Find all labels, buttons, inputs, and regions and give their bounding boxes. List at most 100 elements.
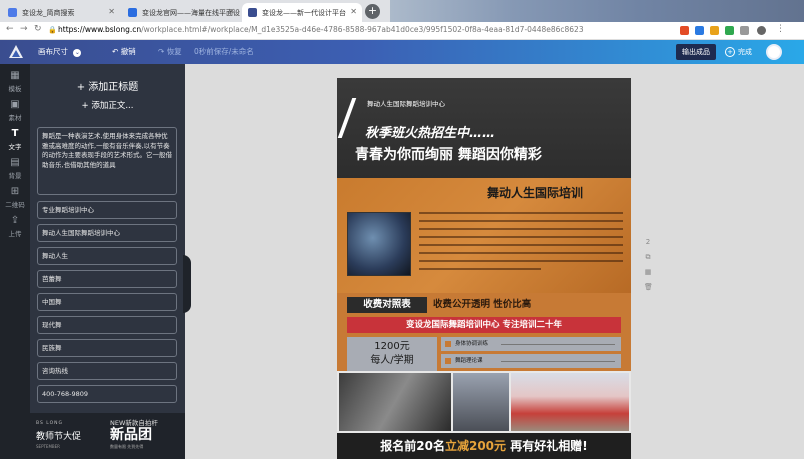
menu-icon[interactable]: ⋮ (776, 24, 785, 34)
export-button[interactable]: 输出成品 (676, 44, 716, 60)
layers-icon[interactable]: ▦ (644, 268, 652, 276)
redo-icon: ↷ (158, 47, 165, 56)
copy-icon[interactable]: ⧉ (644, 253, 652, 262)
promo-banner[interactable]: BS LONG 教师节大促 SEPTEMBER NEW新款自拍杆 新品团 数量有… (30, 413, 185, 459)
service-item: 舞蹈理论课 (441, 354, 621, 368)
poster-pretitle[interactable]: 舞动人生国际舞蹈培训中心 (367, 98, 445, 108)
forward-icon[interactable]: → (20, 24, 28, 34)
tab-favicon-icon (128, 8, 137, 17)
promo-line: SEPTEMBER (36, 444, 60, 449)
nav-label: 素材 (8, 114, 22, 122)
done-button[interactable]: + 完成 (725, 45, 752, 59)
upload-icon: ⇪ (10, 215, 20, 226)
dancer-photo[interactable] (347, 212, 411, 276)
poster-headline-2[interactable]: 青春为你而绚丽 舞蹈因你精彩 (355, 144, 542, 164)
promo-right-bottom: 数量有限 先到先得 (110, 444, 144, 449)
text-field[interactable]: 咨询热线 (37, 362, 177, 380)
nav-item-text[interactable]: T 文字 (0, 128, 30, 151)
close-icon[interactable]: ✕ (228, 7, 235, 16)
promo-right-title: 新品团 (110, 427, 152, 443)
intro-text-block[interactable] (419, 212, 623, 276)
poster-photo-strip[interactable] (337, 371, 631, 433)
nav-item-upload[interactable]: ⇪ 上传 (0, 215, 30, 238)
close-icon[interactable]: ✕ (108, 7, 115, 16)
extension-icon[interactable] (695, 26, 704, 35)
promo-right: NEW新款自拍杆 新品团 数量有限 先到先得 (110, 417, 158, 450)
school-band[interactable]: 变设龙国际舞蹈培训中心 专注培训二十年 (347, 317, 621, 333)
close-icon[interactable]: ✕ (350, 7, 357, 16)
poster-header[interactable]: 舞动人生国际舞蹈培训中心 秋季班火热招生中…… 青春为你而绚丽 舞蹈因你精彩 (337, 78, 631, 178)
browser-tab-3[interactable]: 变设龙——新一代设计平台 ✕ (242, 3, 362, 22)
text-field[interactable]: 舞动人生 (37, 247, 177, 265)
fee-header[interactable]: 收费对照表 (347, 297, 427, 313)
price-box[interactable]: 1200元 每人/学期 (347, 337, 437, 371)
offer-highlight: 立减200元 (444, 439, 507, 453)
service-label: 身体协调训练 (455, 341, 489, 347)
text-field[interactable]: 舞动人生国际舞蹈培训中心 (37, 224, 177, 242)
chevron-down-icon: ⌄ (73, 49, 82, 57)
canvas-size-button[interactable]: 画布尺寸 ⌄ (38, 45, 82, 59)
extension-icon[interactable] (725, 26, 734, 35)
tab-label: 变设龙_简商搜索 (22, 9, 75, 17)
tab-label: 变设龙官网——海量在线平面设计 (142, 9, 240, 17)
avatar[interactable] (766, 44, 782, 60)
browser-tab-2[interactable]: 变设龙官网——海量在线平面设计 ✕ (122, 3, 240, 22)
extension-icon[interactable] (680, 26, 689, 35)
url-field[interactable]: https://www.bslong.cn/workplace.html#/wo… (58, 23, 584, 37)
service-list[interactable]: 身体协调训练 舞蹈理论课 (441, 337, 621, 371)
poster-footer-offer[interactable]: 报名前20名立减200元 再有好礼相赠! (337, 433, 631, 459)
address-bar: ← → ↻ 🔒 https://www.bslong.cn/workplace.… (0, 22, 804, 40)
add-title-button[interactable]: + 添加正标题 (30, 78, 185, 93)
text-field[interactable]: 芭蕾舞 (37, 270, 177, 288)
dance-photo[interactable] (453, 373, 509, 431)
text-field[interactable]: 中国舞 (37, 293, 177, 311)
app-logo-icon[interactable] (8, 44, 24, 60)
undo-icon: ↶ (112, 47, 119, 56)
browser-tab-1[interactable]: 变设龙_简商搜索 ✕ (2, 3, 120, 22)
body-text-field[interactable]: 舞蹈是一种表演艺术,使用身体来完成各种优雅或高难度的动作,一般有音乐伴奏,以有节… (37, 127, 177, 195)
poster[interactable]: 舞动人生国际舞蹈培训中心 秋季班火热招生中…… 青春为你而绚丽 舞蹈因你精彩 舞… (337, 78, 631, 459)
text-icon: T (11, 128, 19, 139)
nav-item-qrcode[interactable]: ⊞ 二维码 (0, 186, 30, 209)
profile-icon[interactable] (757, 26, 766, 35)
poster-school-name[interactable]: 舞动人生国际培训 (487, 184, 583, 201)
extension-icon[interactable] (740, 26, 749, 35)
text-field[interactable]: 现代舞 (37, 316, 177, 334)
fee-section[interactable]: 收费对照表 收费公开透明 性价比高 变设龙国际舞蹈培训中心 专注培训二十年 12… (337, 293, 631, 371)
reload-icon[interactable]: ↻ (34, 24, 42, 34)
add-body-button[interactable]: + 添加正文... (30, 99, 185, 111)
save-status: 0秒前保存/未命名 (194, 47, 254, 56)
undo-button[interactable]: ↶ 撤销 (112, 45, 136, 59)
nav-item-template[interactable]: ▦ 模板 (0, 70, 30, 93)
dance-photo[interactable] (339, 373, 451, 431)
fee-slogan[interactable]: 收费公开透明 性价比高 (433, 297, 531, 313)
nav-item-background[interactable]: ▤ 背景 (0, 157, 30, 180)
promo-sub: BS LONG (36, 421, 64, 426)
tab-favicon-icon (8, 8, 17, 17)
tab-label: 变设龙——新一代设计平台 (262, 9, 346, 17)
url-path: /workplace.html#/workplace/M_d1e3525a-d4… (141, 25, 584, 34)
service-item: 身体协调训练 (441, 337, 621, 351)
extension-icon[interactable] (710, 26, 719, 35)
done-label: 完成 (738, 48, 752, 56)
trash-icon[interactable]: 🗑 (644, 283, 653, 291)
poster-headline-1[interactable]: 秋季班火热招生中…… (365, 122, 495, 141)
nav-item-material[interactable]: ▣ 素材 (0, 99, 30, 122)
dance-photo[interactable] (511, 373, 629, 431)
new-tab-button[interactable]: + (365, 4, 380, 19)
text-field[interactable]: 专业舞蹈培训中心 (37, 201, 177, 219)
text-field[interactable]: 400-768-9809 (37, 385, 177, 403)
text-panel: + 添加正标题 + 添加正文... 舞蹈是一种表演艺术,使用身体来完成各种优雅或… (30, 64, 185, 459)
page-number: 2 (645, 238, 651, 246)
promo-left: BS LONG 教师节大促 SEPTEMBER (36, 421, 81, 449)
tab-bar-decoration (390, 0, 804, 22)
poster-intro-section[interactable]: 舞动人生国际培训 (337, 178, 631, 293)
qrcode-icon: ⊞ (10, 186, 20, 197)
panel-collapse-handle[interactable] (183, 255, 191, 313)
lock-icon: 🔒 (48, 26, 57, 34)
nav-label: 背景 (8, 172, 22, 180)
back-icon[interactable]: ← (6, 24, 14, 34)
promo-right-top: NEW新款自拍杆 (110, 419, 158, 427)
text-field[interactable]: 民族舞 (37, 339, 177, 357)
redo-button[interactable]: ↷ 恢复 (158, 45, 182, 59)
